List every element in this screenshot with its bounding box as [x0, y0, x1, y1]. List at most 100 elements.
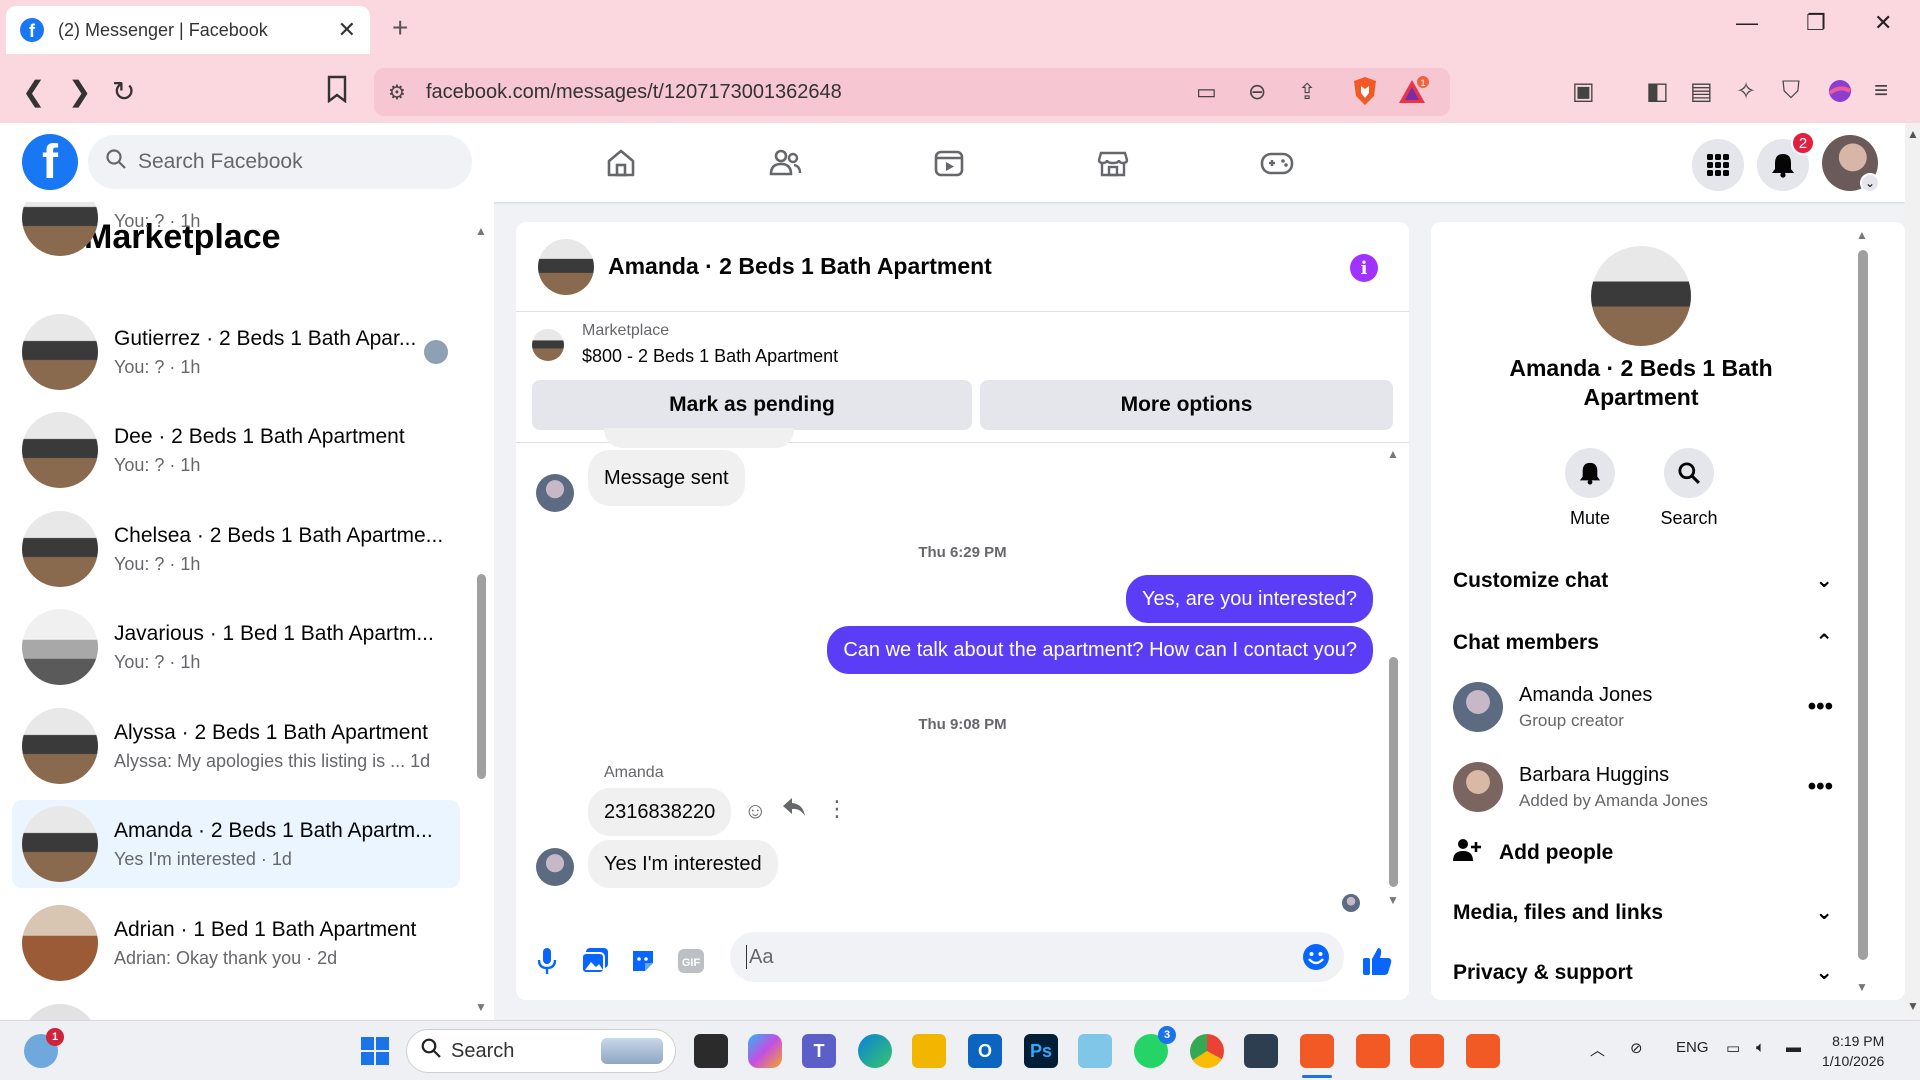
brave-icon[interactable] — [1356, 1034, 1390, 1068]
gif-icon[interactable]: GIF — [674, 944, 708, 978]
member-options-icon[interactable]: ••• — [1808, 693, 1833, 721]
conversation-item[interactable]: You: ? · 1h — [12, 202, 460, 262]
app-icon[interactable] — [1078, 1034, 1112, 1068]
message-bubble[interactable]: Yes I'm interested — [588, 840, 778, 888]
facebook-search-input[interactable]: Search Facebook — [88, 135, 472, 189]
privacy-support-row[interactable]: Privacy & support ⌄ — [1453, 960, 1833, 985]
outlook-icon[interactable]: O — [968, 1034, 1002, 1068]
marketplace-icon[interactable] — [1091, 141, 1135, 185]
details-scrollbar[interactable]: ▲ ▼ — [1855, 228, 1869, 998]
conversation-item[interactable]: Alyssa · 2 Beds 1 Bath Apartment Alyssa: … — [12, 702, 460, 790]
emoji-icon[interactable] — [1302, 943, 1330, 977]
scroll-up-icon[interactable]: ▲ — [1907, 127, 1919, 141]
app-icon[interactable] — [1244, 1034, 1278, 1068]
add-people-row[interactable]: Add people — [1453, 838, 1833, 868]
photo-icon[interactable] — [578, 944, 612, 978]
vpn-icon[interactable]: ⛉ — [1782, 77, 1800, 105]
facebook-logo-icon[interactable]: f — [22, 134, 78, 190]
file-explorer-icon[interactable] — [912, 1034, 946, 1068]
scroll-down-icon[interactable]: ▼ — [475, 1000, 487, 1014]
conversation-item-active[interactable]: Amanda · 2 Beds 1 Bath Apartm... Yes I'm … — [12, 800, 460, 888]
display-icon[interactable]: ▭ — [1726, 1039, 1740, 1057]
close-tab-icon[interactable]: ✕ — [338, 17, 356, 43]
message-bubble-outgoing[interactable]: Yes, are you interested? — [1126, 575, 1373, 623]
chat-title[interactable]: Amanda · 2 Beds 1 Bath Apartment — [608, 253, 992, 280]
taskbar-search[interactable]: Search — [406, 1029, 676, 1073]
brave-icon[interactable] — [1410, 1034, 1444, 1068]
battery-icon[interactable]: ▬ — [1786, 1039, 1801, 1056]
member-item[interactable]: Amanda Jones Group creator ••• — [1453, 682, 1833, 732]
new-tab-icon[interactable]: + — [392, 12, 408, 44]
browser-tab[interactable]: f (2) Messenger | Facebook ✕ — [6, 6, 370, 54]
media-files-row[interactable]: Media, files and links ⌄ — [1453, 900, 1833, 925]
teams-icon[interactable]: T — [802, 1034, 836, 1068]
conversation-item[interactable] — [12, 998, 460, 1020]
reload-icon[interactable]: ↻ — [112, 75, 135, 108]
chrome-icon[interactable] — [1190, 1034, 1224, 1068]
menu-grid-button[interactable] — [1692, 139, 1744, 191]
scroll-down-icon[interactable]: ▼ — [1856, 980, 1868, 994]
language-indicator[interactable]: ENG — [1676, 1039, 1709, 1056]
message-bubble-outgoing[interactable]: Can we talk about the apartment? How can… — [827, 626, 1373, 674]
sticker-icon[interactable] — [626, 944, 660, 978]
conversation-item[interactable]: Dee · 2 Beds 1 Bath Apartment You: ? · 1h — [12, 406, 460, 494]
minimize-icon[interactable]: — — [1736, 10, 1758, 36]
whatsapp-icon[interactable]: 3 — [1134, 1026, 1176, 1068]
member-item[interactable]: Barbara Huggins Added by Amanda Jones ••… — [1453, 762, 1833, 812]
thumbs-up-icon[interactable] — [1360, 944, 1394, 978]
scrollbar-thumb[interactable] — [477, 574, 486, 779]
conversation-item[interactable]: Gutierrez · 2 Beds 1 Bath Apar... You: ? … — [12, 308, 460, 396]
more-actions-icon[interactable]: ⋮ — [826, 796, 848, 822]
brave-rewards-icon[interactable]: 1 — [1398, 76, 1430, 112]
restore-icon[interactable]: ❐ — [1806, 10, 1826, 36]
react-icon[interactable]: ☺ — [744, 798, 766, 824]
conversation-item[interactable]: Chelsea · 2 Beds 1 Bath Apartme... You: ?… — [12, 505, 460, 593]
mute-button[interactable]: Mute — [1550, 448, 1630, 529]
chat-avatar[interactable] — [538, 238, 594, 295]
page-scrollbar[interactable]: ▲ ▼ — [1905, 123, 1920, 1020]
scroll-up-icon[interactable]: ▲ — [1856, 228, 1868, 242]
reader-mode-icon[interactable]: ▣ — [1572, 77, 1595, 106]
member-options-icon[interactable]: ••• — [1808, 773, 1833, 801]
video-icon[interactable] — [927, 141, 971, 185]
copilot-icon[interactable] — [748, 1034, 782, 1068]
message-bubble[interactable]: Message sent — [588, 450, 745, 506]
scrollbar-thumb[interactable] — [1389, 657, 1398, 887]
task-view-icon[interactable] — [694, 1034, 728, 1068]
bookmark-icon[interactable] — [326, 75, 348, 110]
conversation-item[interactable]: Javarious · 1 Bed 1 Bath Apartm... You: ?… — [12, 603, 460, 691]
scrollbar-thumb[interactable] — [1858, 250, 1868, 960]
brave-icon[interactable] — [1300, 1034, 1334, 1068]
brave-icon[interactable] — [1466, 1034, 1500, 1068]
account-avatar[interactable]: ⌄ — [1822, 135, 1880, 193]
close-window-icon[interactable]: ✕ — [1874, 10, 1892, 36]
back-icon[interactable]: ❮ — [22, 75, 45, 108]
mark-as-pending-button[interactable]: Mark as pending — [532, 380, 972, 430]
chevron-up-icon[interactable]: ︿ — [1590, 1039, 1605, 1060]
share-icon[interactable]: ⇪ — [1298, 79, 1316, 105]
scroll-down-icon[interactable]: ▼ — [1387, 893, 1399, 907]
forward-icon[interactable]: ❯ — [68, 75, 91, 108]
listing-info[interactable]: Marketplace $800 - 2 Beds 1 Bath Apartme… — [532, 322, 838, 367]
reply-icon[interactable] — [782, 796, 806, 824]
customize-chat-row[interactable]: Customize chat ⌄ — [1453, 568, 1833, 593]
system-clock[interactable]: 8:19 PM 1/10/2026 — [1822, 1031, 1884, 1071]
message-input[interactable]: Aa — [730, 932, 1344, 982]
photoshop-icon[interactable]: Ps — [1024, 1034, 1058, 1068]
conversation-item[interactable]: Adrian · 1 Bed 1 Bath Apartment Adrian: O… — [12, 899, 460, 987]
start-icon[interactable] — [358, 1034, 392, 1068]
scroll-up-icon[interactable]: ▲ — [1387, 447, 1399, 461]
menu-icon[interactable]: ≡ — [1874, 77, 1888, 105]
volume-icon[interactable]: 🔈︎ — [1756, 1039, 1765, 1056]
address-bar[interactable]: ⚙ facebook.com/messages/t/12071730013626… — [374, 68, 1450, 116]
scroll-up-icon[interactable]: ▲ — [475, 224, 487, 238]
zoom-out-icon[interactable]: ⊖ — [1248, 79, 1266, 105]
network-off-icon[interactable]: ⊘ — [1630, 1039, 1643, 1057]
edge-icon[interactable] — [858, 1034, 892, 1068]
chat-members-row[interactable]: Chat members ⌃ — [1453, 630, 1833, 655]
site-settings-icon[interactable]: ⚙ — [388, 80, 406, 105]
chat-scrollbar[interactable]: ▲ ▼ — [1386, 447, 1400, 907]
cast-icon[interactable]: ▭ — [1196, 79, 1217, 105]
brave-shield-icon[interactable] — [1352, 76, 1378, 112]
info-icon[interactable]: i — [1350, 254, 1378, 282]
